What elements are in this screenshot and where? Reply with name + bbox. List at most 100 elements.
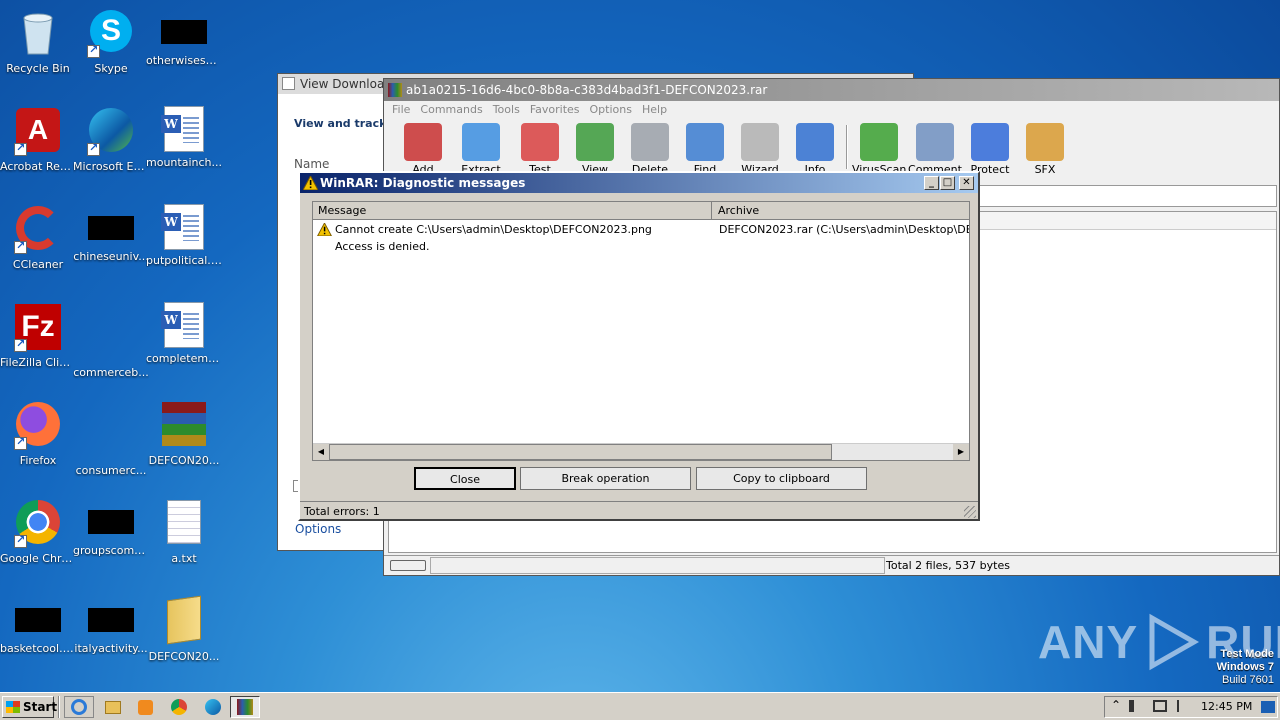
close-button[interactable]: Close bbox=[414, 467, 516, 490]
desktop-icon[interactable]: a.txt bbox=[146, 496, 222, 586]
word-document-icon: W bbox=[146, 204, 222, 250]
show-desktop-icon[interactable] bbox=[1261, 701, 1275, 713]
desktop-icon[interactable]: Wcompletema... bbox=[146, 300, 222, 390]
folder-icon bbox=[146, 595, 222, 646]
desktop-icon[interactable]: chineseuniv... bbox=[73, 202, 149, 292]
desktop-icon-label: FileZilla Client bbox=[0, 356, 76, 369]
toolbar-view-button[interactable]: View bbox=[568, 123, 622, 176]
desktop-icon[interactable]: italyactivity... bbox=[73, 594, 149, 684]
scroll-right-button[interactable]: ▶ bbox=[953, 444, 969, 460]
skype-icon: S bbox=[73, 10, 149, 58]
desktop-icon[interactable]: Microsoft Edge bbox=[73, 104, 149, 194]
desktop-icon[interactable]: groupscomp... bbox=[73, 496, 149, 586]
desktop-icon[interactable]: S Skype bbox=[73, 6, 149, 96]
toolbar-icon bbox=[1026, 123, 1064, 161]
list-header: Message Archive bbox=[313, 202, 969, 220]
desktop-icon[interactable]: otherwisesp... bbox=[146, 6, 222, 96]
desktop-icon-label: Acrobat Reader DC bbox=[0, 160, 76, 173]
minimize-button[interactable]: _ bbox=[924, 176, 939, 190]
winrar-taskbar-icon[interactable] bbox=[230, 696, 260, 718]
desktop-icon[interactable]: Firefox bbox=[0, 398, 76, 488]
desktop-icon[interactable]: basketcool.jpg bbox=[0, 594, 76, 684]
toolbar-icon bbox=[796, 123, 834, 161]
toolbar-comment-button[interactable]: Comment bbox=[908, 123, 962, 176]
resize-grip-icon[interactable] bbox=[964, 506, 976, 518]
desktop-icon[interactable]: A Acrobat Reader DC bbox=[0, 104, 76, 194]
desktop-icon[interactable]: Google Chrome bbox=[0, 496, 76, 586]
desktop-icon-label: commerceb... bbox=[73, 366, 149, 379]
toolbar-wizard-button[interactable]: Wizard bbox=[733, 123, 787, 176]
redacted-file-icon bbox=[146, 20, 222, 44]
desktop-icon-label: Google Chrome bbox=[0, 552, 76, 565]
toolbar-icon bbox=[860, 123, 898, 161]
media-player-icon[interactable] bbox=[130, 696, 160, 718]
close-icon[interactable]: ✕ bbox=[959, 176, 974, 190]
toolbar-info-button[interactable]: Info bbox=[788, 123, 842, 176]
scroll-thumb[interactable] bbox=[329, 444, 832, 460]
clock[interactable]: 12:45 PM bbox=[1201, 700, 1252, 713]
horizontal-scrollbar[interactable]: ◀ ▶ bbox=[313, 443, 969, 460]
desktop-icon-label: groupscomp... bbox=[73, 544, 149, 557]
diagnostic-dialog[interactable]: WinRAR: Diagnostic messages _ □ ✕ Messag… bbox=[298, 171, 980, 521]
total-errors: Total errors: 1 bbox=[304, 505, 380, 518]
chrome-icon bbox=[0, 500, 76, 548]
chrome-icon[interactable] bbox=[164, 696, 194, 718]
toolbar-add-button[interactable]: Add bbox=[396, 123, 450, 176]
toolbar-protect-button[interactable]: Protect bbox=[963, 123, 1017, 176]
text-file-icon bbox=[146, 500, 222, 548]
desktop-icon[interactable]: DEFCON20... bbox=[146, 594, 222, 684]
warning-icon bbox=[317, 223, 332, 236]
copy-to-clipboard-button[interactable]: Copy to clipboard bbox=[696, 467, 867, 490]
speaker-icon[interactable] bbox=[1129, 700, 1141, 712]
toolbar-virusscan-button[interactable]: VirusScan bbox=[852, 123, 906, 176]
redacted-file-icon bbox=[73, 608, 149, 632]
desktop-icon[interactable]: Fz FileZilla Client bbox=[0, 300, 76, 390]
status-drive-icon bbox=[390, 560, 426, 571]
desktop-icon[interactable]: CCleaner bbox=[0, 202, 76, 292]
toolbar-label: SFX bbox=[1034, 163, 1056, 176]
desktop-icon-label: completema... bbox=[146, 352, 222, 365]
desktop-icon[interactable]: consumerc... bbox=[73, 398, 149, 488]
network-icon[interactable] bbox=[1153, 700, 1167, 712]
diagnostic-titlebar[interactable]: WinRAR: Diagnostic messages _ □ ✕ bbox=[300, 173, 978, 193]
toolbar-find-button[interactable]: Find bbox=[678, 123, 732, 176]
edge-icon[interactable] bbox=[198, 696, 228, 718]
desktop-icon-label: DEFCON20... bbox=[148, 454, 220, 467]
downloads-col-name[interactable]: Name bbox=[294, 157, 329, 171]
toolbar-icon bbox=[576, 123, 614, 161]
toolbar-test-button[interactable]: Test bbox=[513, 123, 567, 176]
desktop-icon[interactable]: DEFCON20... bbox=[146, 398, 222, 488]
chevron-up-icon[interactable]: ⌃ bbox=[1111, 698, 1121, 712]
desktop-icon[interactable]: Wmountainch... bbox=[146, 104, 222, 194]
header-archive[interactable]: Archive bbox=[713, 202, 971, 219]
downloads-icon bbox=[282, 77, 295, 90]
status-total: Total 2 files, 537 bytes bbox=[886, 559, 1010, 572]
toolbar-icon bbox=[462, 123, 500, 161]
maximize-button[interactable]: □ bbox=[940, 176, 955, 190]
taskbar: Start ⌃ 12:45 PM bbox=[0, 692, 1280, 720]
word-document-icon: W bbox=[146, 302, 222, 348]
test-mode-line2: Windows 7 bbox=[1216, 661, 1274, 673]
desktop-icon-label: Skype bbox=[94, 62, 128, 75]
scroll-left-button[interactable]: ◀ bbox=[313, 444, 329, 460]
desktop-icon-label: putpolitical.rtf bbox=[146, 254, 222, 267]
desktop-icon[interactable]: Recycle Bin bbox=[0, 6, 76, 96]
explorer-icon[interactable] bbox=[98, 696, 128, 718]
desktop-icon-label: Firefox bbox=[19, 454, 57, 467]
toolbar-delete-button[interactable]: Delete bbox=[623, 123, 677, 176]
start-label: Start bbox=[23, 700, 58, 714]
table-row[interactable]: Cannot create C:\Users\admin\Desktop\DEF… bbox=[313, 222, 969, 238]
break-operation-button[interactable]: Break operation bbox=[520, 467, 691, 490]
downloads-options-link[interactable]: Options bbox=[295, 522, 341, 536]
header-message[interactable]: Message bbox=[313, 202, 712, 219]
redacted-file-icon bbox=[0, 608, 76, 632]
toolbar-sfx-button[interactable]: SFX bbox=[1018, 123, 1072, 176]
ie-icon[interactable] bbox=[64, 696, 94, 718]
desktop-icon[interactable]: Wputpolitical.rtf bbox=[146, 202, 222, 292]
firefox-icon bbox=[0, 402, 76, 450]
messages-list[interactable]: Message Archive Cannot create C:\Users\a… bbox=[312, 201, 970, 461]
desktop-icon[interactable]: commerceb... bbox=[73, 300, 149, 390]
flag-icon[interactable] bbox=[1177, 700, 1189, 712]
table-row[interactable]: Access is denied. bbox=[313, 239, 969, 255]
start-button[interactable]: Start bbox=[2, 696, 58, 718]
